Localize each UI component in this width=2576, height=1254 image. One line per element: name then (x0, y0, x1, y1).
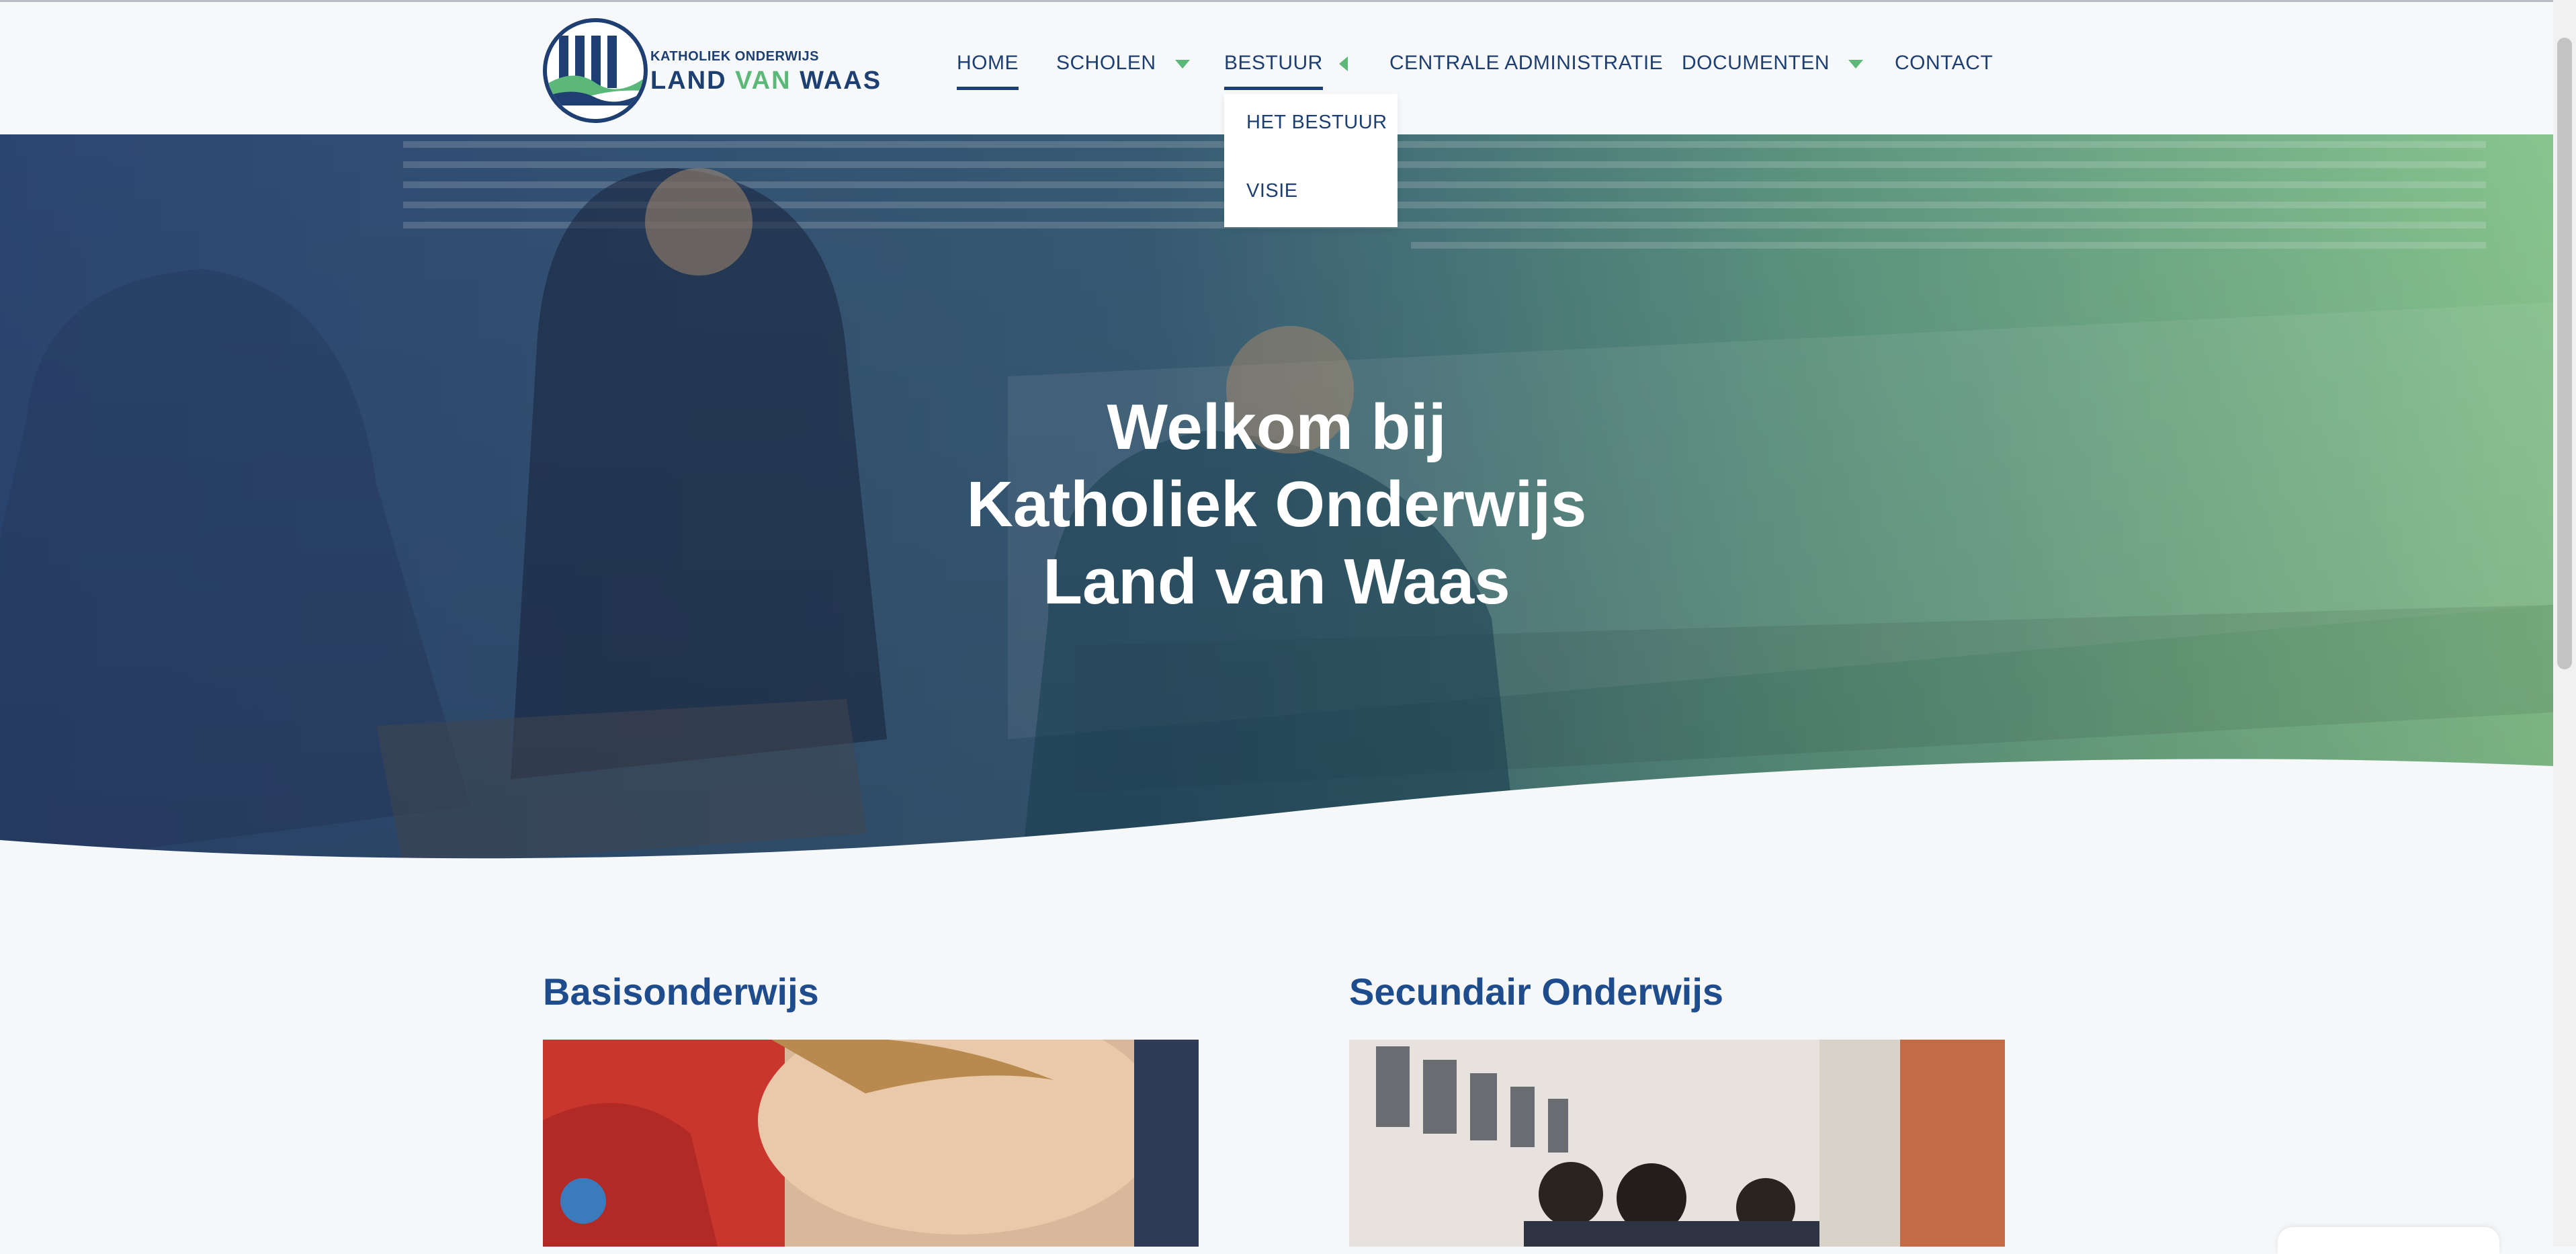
nav-label-home: HOME (957, 52, 1019, 90)
hero-banner: Welkom bij Katholiek Onderwijs Land van … (0, 134, 2553, 867)
nav-label-contact: CONTACT (1895, 52, 1993, 74)
hero-title-line-2: Katholiek Onderwijs (966, 468, 1587, 540)
nav-label-documenten: DOCUMENTEN (1682, 52, 1830, 74)
scrollbar-thumb[interactable] (2557, 38, 2572, 669)
dropdown-item-het-bestuur[interactable]: HET BESTUUR (1246, 112, 1387, 134)
nav-item-contact[interactable]: CONTACT (1895, 52, 1993, 75)
basisonderwijs-image[interactable] (543, 1040, 1199, 1247)
nav-item-documenten[interactable]: DOCUMENTEN (1682, 52, 1863, 75)
vertical-scrollbar[interactable] (2553, 0, 2576, 1247)
nav-label-scholen: SCHOLEN (1056, 52, 1156, 74)
chevron-down-icon (1848, 59, 1863, 69)
hero-title: Welkom bij Katholiek Onderwijs Land van … (873, 388, 1680, 620)
secundair-onderwijs-image[interactable] (1349, 1040, 2005, 1247)
dropdown-item-visie[interactable]: VISIE (1246, 180, 1298, 202)
nav-item-home[interactable]: HOME (957, 52, 1019, 90)
hero-title-line-3: Land van Waas (1043, 546, 1510, 618)
nav-label-centrale-administratie: CENTRALE ADMINISTRATIE (1389, 52, 1664, 74)
chevron-down-icon (1174, 59, 1190, 69)
nav-item-scholen[interactable]: SCHOLEN (1056, 52, 1190, 75)
bestuur-dropdown-menu: HET BESTUUR VISIE (1224, 94, 1398, 227)
section-title-basisonderwijs: Basisonderwijs (543, 970, 819, 1013)
nav-label-bestuur: BESTUUR (1224, 52, 1323, 90)
basisonderwijs-photo (543, 1040, 1199, 1247)
chat-widget-tab[interactable] (2278, 1227, 2499, 1254)
section-title-secundair-onderwijs: Secundair Onderwijs (1349, 970, 1724, 1013)
hero-title-line-1: Welkom bij (1107, 391, 1447, 463)
nav-item-bestuur[interactable]: BESTUUR (1224, 52, 1348, 90)
secundair-onderwijs-photo (1349, 1040, 2005, 1247)
chevron-left-icon (1338, 56, 1348, 72)
nav-item-centrale-administratie[interactable]: CENTRALE ADMINISTRATIE (1389, 52, 1663, 75)
